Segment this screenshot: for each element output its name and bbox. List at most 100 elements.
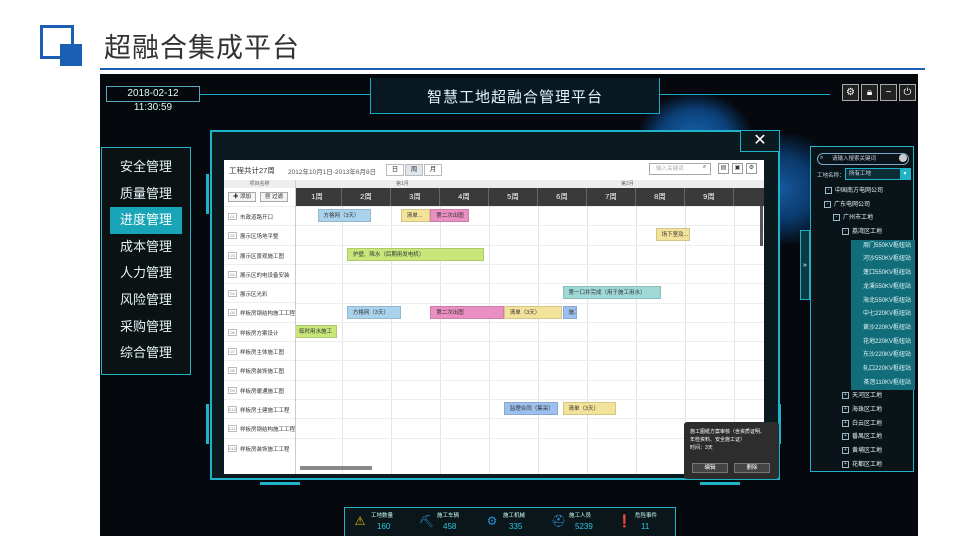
edit-button[interactable]: 编辑 — [692, 463, 728, 473]
task-row[interactable]: 03 展示区景观施工图 — [224, 244, 295, 264]
settings-icon[interactable]: ⚙ — [842, 84, 859, 101]
tree-node[interactable]: 周门550KV枢纽站 — [851, 239, 915, 254]
task-row[interactable]: 04 展示区光彩 — [224, 283, 295, 302]
task-row[interactable]: 011 样板房钢结构施工工程 — [224, 418, 295, 437]
gantt-task-bar[interactable]: 临时用水施工 — [296, 324, 338, 338]
filter-button[interactable]: ▦ 过滤 — [260, 192, 288, 202]
task-row[interactable]: 06 样板房方案设计 — [224, 321, 295, 341]
tree-node[interactable]: 河沙550KV枢纽站 — [851, 253, 915, 268]
tree-node-label: 中七220KV枢纽站 — [862, 311, 911, 318]
tree-node[interactable]: 花地220KV枢纽站 — [851, 335, 915, 350]
gantt-task-bar[interactable]: 清单... — [400, 209, 431, 222]
expand-icon[interactable]: + — [842, 446, 849, 454]
collapse-icon[interactable]: - — [825, 186, 832, 194]
stat-label: 施工车辆 — [437, 513, 460, 519]
tree-node[interactable]: + 花都区工地 — [815, 459, 915, 473]
tree-node[interactable]: + 海珠区工地 — [815, 404, 915, 418]
collapse-icon[interactable]: - — [833, 214, 840, 222]
view-day-button[interactable]: 日 — [386, 164, 404, 176]
task-row[interactable]: 09 样板房暖通施工图 — [224, 379, 295, 399]
nav-item[interactable]: 质量管理 — [110, 181, 182, 208]
task-row[interactable]: 04 展示区的电设备安装 — [224, 263, 295, 283]
print-icon[interactable]: ▤ — [718, 163, 729, 174]
tree-node[interactable]: + 白云区工地 — [815, 418, 915, 432]
gantt-task-bar[interactable]: 第一口井完成（用于施工用水） — [562, 286, 661, 300]
tree-node[interactable]: 龙溪550KV枢纽站 — [851, 280, 915, 295]
expand-icon[interactable]: + — [842, 392, 849, 400]
grid-line — [296, 321, 764, 323]
tree-node[interactable]: 海北550KV枢纽站 — [851, 294, 915, 309]
gantt-task-bar[interactable]: 方格网（3天） — [317, 209, 372, 222]
power-icon[interactable]: ⏻ — [899, 84, 916, 101]
task-row[interactable]: 08 样板房装饰施工图 — [224, 360, 295, 379]
tree-node[interactable]: - 广东电网公司 — [815, 199, 915, 213]
site-select[interactable]: 所有工地 ▾ — [845, 168, 911, 180]
clear-icon[interactable] — [899, 154, 907, 162]
expand-icon[interactable]: + — [842, 419, 849, 427]
tree-node[interactable]: + 黄埔区工地 — [815, 445, 915, 459]
view-month-button[interactable]: 月 — [424, 164, 442, 176]
gantt-task-bar[interactable]: 第二次出图 — [430, 209, 470, 222]
tree-node[interactable]: 茶滘110KV枢纽站 — [851, 376, 915, 391]
task-row[interactable]: 02 展示区场地平整 — [224, 225, 295, 244]
horizontal-scrollbar[interactable] — [300, 466, 372, 470]
tree-node[interactable]: 蓬口550KV枢纽站 — [851, 267, 915, 281]
header-divider — [100, 68, 925, 70]
expand-panel-button[interactable]: » — [800, 230, 810, 300]
gantt-task-bar[interactable]: 监理合同（集采） — [503, 402, 558, 415]
delete-button[interactable]: 删除 — [734, 463, 770, 473]
nav-item[interactable]: 成本管理 — [110, 234, 182, 261]
gantt-task-bar[interactable]: 护壁、降水（后期用发电机） — [346, 247, 485, 261]
view-week-button[interactable]: 周 — [405, 164, 423, 176]
settings-icon[interactable]: ⚙ — [746, 163, 757, 174]
vertical-scrollbar[interactable] — [760, 206, 763, 246]
task-row[interactable]: 010 样板房土建施工工程 — [224, 398, 295, 418]
tree-node[interactable]: 轧口220KV枢纽站 — [851, 362, 915, 377]
tree-node[interactable]: 东沙220KV枢纽站 — [851, 349, 915, 363]
search-icon[interactable]: ⌕ — [699, 163, 710, 174]
tree-node-label: 中国南方电网公司 — [835, 188, 884, 194]
minimize-icon[interactable]: − — [880, 84, 897, 101]
gantt-task-bar[interactable]: 场下室及... — [655, 228, 690, 242]
tree-node-label: 河沙550KV枢纽站 — [862, 256, 911, 263]
task-row[interactable]: 01 市政道路开口 — [224, 206, 295, 225]
tree-node[interactable]: - 广州市工地 — [815, 212, 915, 226]
tree-node[interactable]: + 天河区工地 — [815, 390, 915, 404]
grid-line — [296, 341, 764, 343]
collapse-icon[interactable]: - — [824, 200, 831, 208]
gantt-task-bar[interactable]: 清单（3天） — [562, 402, 617, 415]
task-number: 05 — [228, 309, 237, 317]
task-number: 011 — [228, 425, 237, 433]
logo-square-filled — [60, 44, 82, 66]
nav-item[interactable]: 进度管理 — [110, 207, 182, 234]
nav-item[interactable]: 安全管理 — [110, 154, 182, 181]
tree-node[interactable]: + 番禺区工地 — [815, 431, 915, 445]
expand-icon[interactable]: + — [842, 433, 849, 441]
add-task-button[interactable]: ✚ 添加 — [228, 192, 256, 202]
tree-search-input[interactable]: 请输入搜索关键词 — [817, 153, 909, 165]
nav-item[interactable]: 采购管理 — [110, 314, 182, 341]
task-row[interactable]: 07 样板房主体施工图 — [224, 341, 295, 360]
tree-node[interactable]: 黄沙220KV枢纽站 — [851, 321, 915, 336]
collapse-icon[interactable]: - — [842, 227, 849, 235]
tree-node[interactable]: 中七220KV枢纽站 — [851, 308, 915, 322]
save-icon[interactable]: ▣ — [732, 163, 743, 174]
gantt-task-bar[interactable]: 方格网（3天） — [346, 305, 401, 319]
expand-icon[interactable]: + — [842, 460, 849, 468]
expand-icon[interactable]: + — [842, 405, 849, 413]
nav-item[interactable]: 人力管理 — [110, 260, 182, 287]
grid-line — [296, 263, 764, 265]
nav-item[interactable]: 综合管理 — [110, 340, 182, 367]
stat-value: 458 — [443, 522, 457, 531]
tree-node[interactable]: - 中国南方电网公司 — [815, 185, 915, 199]
gantt-task-bar[interactable]: 第二次出图 — [430, 305, 504, 319]
close-icon[interactable]: ✕ — [740, 130, 780, 152]
task-row[interactable]: 012 样板房装饰施工工程 — [224, 437, 295, 457]
task-row[interactable]: 05 样板房钢结构施工工程 — [224, 302, 295, 321]
tree-node[interactable]: - 荔湾区工地 — [815, 226, 915, 240]
task-number: 03 — [228, 251, 237, 259]
nav-item[interactable]: 风险管理 — [110, 287, 182, 314]
gantt-task-bar[interactable]: 施工... — [562, 305, 578, 319]
gantt-task-bar[interactable]: 清单（3天） — [503, 305, 563, 319]
lock-icon[interactable]: 🔒︎ — [861, 84, 878, 101]
